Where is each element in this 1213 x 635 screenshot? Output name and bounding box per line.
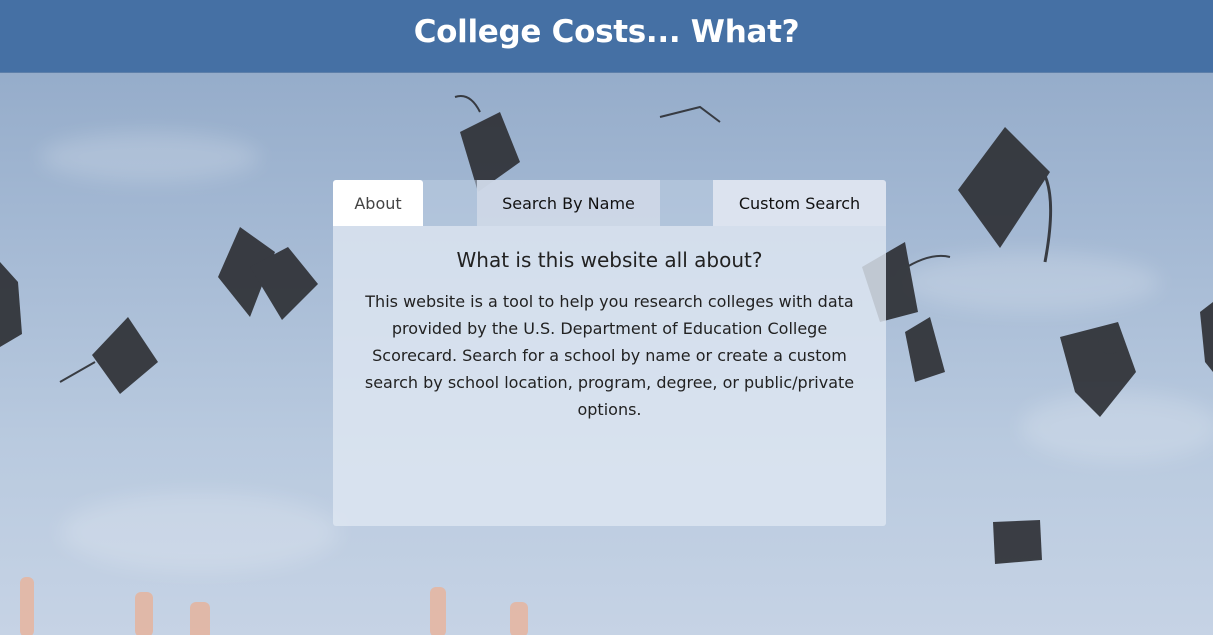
about-body: This website is a tool to help you resea…	[364, 292, 855, 419]
about-heading: What is this website all about?	[456, 248, 763, 272]
site-header: College Costs... What?	[0, 0, 1213, 73]
tab-bar: About Search By Name Custom Search	[333, 180, 886, 226]
about-content: What is this website all about? This web…	[333, 226, 886, 526]
info-panel: About Search By Name Custom Search What …	[333, 180, 886, 526]
page: College Costs... What? About Search By N…	[0, 0, 1213, 635]
tab-search-by-name[interactable]: Search By Name	[477, 180, 660, 226]
tab-custom-search[interactable]: Custom Search	[713, 180, 886, 226]
site-title: College Costs... What?	[413, 14, 800, 50]
tab-about[interactable]: About	[333, 180, 423, 226]
